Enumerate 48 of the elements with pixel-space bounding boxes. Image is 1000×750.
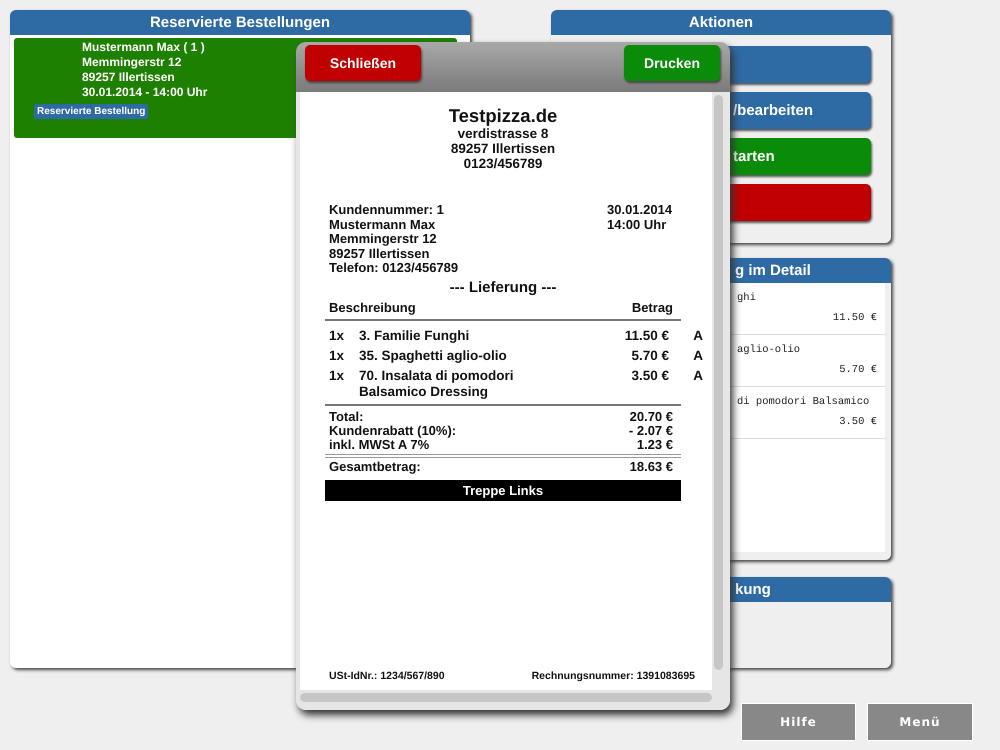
- tax-code: A: [692, 368, 703, 384]
- panel-title: Aktionen: [551, 10, 891, 35]
- item-name: di pomodori Balsamico: [737, 396, 870, 408]
- item-quantity: 1x: [329, 328, 346, 344]
- item-name: 70. Insalata di pomodori Balsamico Dressing: [359, 368, 515, 400]
- panel-title: Reservierte Bestellungen: [10, 10, 470, 35]
- order-text: 89257 Illertissen: [82, 70, 175, 85]
- shop-address: 89257 Illertissen: [450, 141, 556, 156]
- shop-address: verdistrasse 8: [456, 126, 550, 141]
- order-text: 30.01.2014 - 14:00 Uhr: [82, 85, 208, 100]
- item-price: 11.50 €: [624, 328, 669, 344]
- delivery-note-banner: Treppe Links: [325, 480, 681, 500]
- vat-id: USt-IdNr.: 1234/567/890: [329, 670, 445, 682]
- total-label: Total:: [329, 410, 364, 424]
- item-name: 3. Familie Funghi: [359, 328, 470, 344]
- total-value: - 2.07 €: [628, 424, 673, 438]
- order-text: Memmingerstr 12: [82, 55, 182, 70]
- shop-address: 0123/456789: [462, 156, 544, 171]
- order-time: 14:00 Uhr: [607, 218, 668, 232]
- order-text: Mustermann Max ( 1 ): [82, 40, 205, 55]
- customer-info: Mustermann Max: [329, 218, 436, 232]
- item-name: aglio-olio: [737, 344, 800, 356]
- grand-total-label: Gesamtbetrag:: [329, 460, 421, 474]
- item-name: ghi: [737, 292, 756, 304]
- item-price: 11.50 €: [832, 312, 877, 324]
- item-quantity: 1x: [329, 348, 346, 364]
- item-quantity: 1x: [329, 368, 346, 384]
- invoice-number: Rechnungsnummer: 1391083695: [532, 670, 695, 682]
- total-label: inkl. MWSt A 7%: [329, 438, 430, 452]
- order-date: 30.01.2014: [607, 203, 674, 218]
- customer-info: Telefon: 0123/456789: [329, 261, 458, 276]
- item-name: 35. Spaghetti aglio-olio: [359, 348, 508, 364]
- grand-total-value: 18.63 €: [630, 460, 673, 474]
- customer-info: Kundennummer: 1: [329, 203, 445, 218]
- total-value: 1.23 €: [636, 438, 673, 452]
- column-header: Beschreibung: [329, 300, 416, 314]
- tax-code: A: [692, 348, 703, 364]
- total-value: 20.70 €: [630, 410, 673, 424]
- item-price: 3.50 €: [630, 368, 669, 384]
- item-price: 5.70 €: [630, 348, 669, 364]
- total-label: Kundenrabatt (10%):: [329, 424, 456, 438]
- column-header: Betrag: [632, 300, 673, 314]
- status-tag: Reservierte Bestellung: [34, 104, 148, 119]
- customer-info: 89257 Illertissen: [329, 246, 430, 261]
- customer-info: Memmingerstr 12: [329, 232, 438, 246]
- item-price: 3.50 €: [838, 416, 877, 428]
- tax-code: A: [692, 328, 703, 344]
- item-price: 5.70 €: [838, 364, 877, 376]
